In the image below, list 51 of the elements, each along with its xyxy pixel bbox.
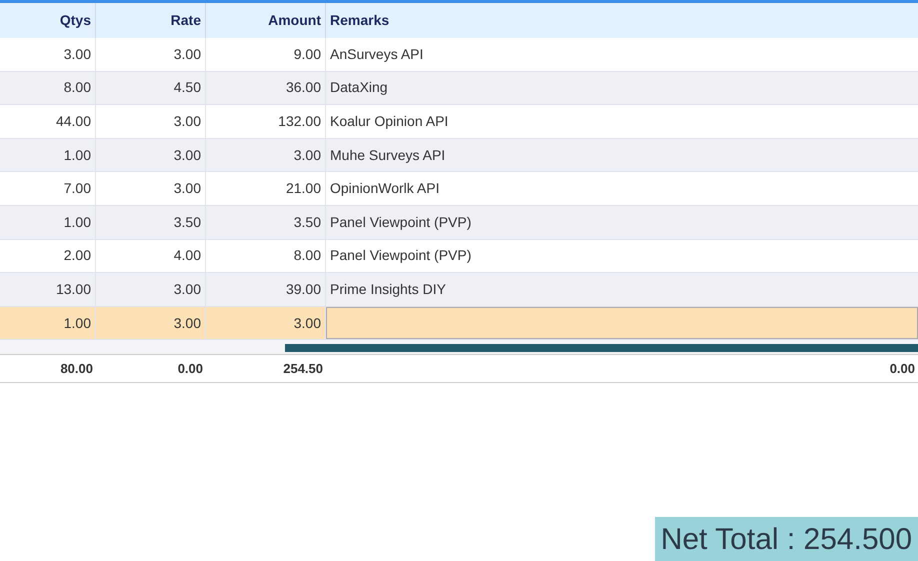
table-cell-text: OpinionWorlk API: [329, 179, 440, 198]
table-cell: 1.00: [0, 138, 96, 172]
table-row[interactable]: 8.00 4.50 36.00 DataXing: [0, 72, 918, 106]
table-cell: 3.00: [206, 138, 326, 172]
table-cell: 132.00: [206, 105, 326, 138]
table-row[interactable]: 13.00 3.00 39.00 Prime Insights DIY: [0, 273, 918, 307]
table-cell-text: Prime Insights DIY: [329, 280, 447, 299]
total-cell-text: 254.50: [282, 360, 324, 378]
table-cell: 3.00: [96, 172, 206, 205]
total-cell-text: 80.00: [59, 360, 94, 378]
table-cell: 4.50: [96, 72, 206, 104]
table-cell: 8.00: [206, 240, 326, 272]
table-row[interactable]: 2.00 4.00 8.00 Panel Viewpoint (PVP): [0, 240, 918, 274]
table-row[interactable]: 1.00 3.00 3.00 Muhe Surveys API: [0, 138, 918, 172]
table-cell: 8.00: [0, 72, 96, 104]
table-cell-text: Muhe Surveys API: [329, 146, 446, 165]
remarks-input-field[interactable]: [326, 306, 918, 340]
table-cell: 39.00: [206, 273, 326, 306]
table-cell: 1.00: [0, 206, 96, 239]
table-cell-text: DataXing: [329, 78, 389, 98]
table-cell: 1.00: [0, 306, 96, 340]
table-row[interactable]: 1.00 3.00 3.00: [0, 306, 918, 340]
table-cell: 3.50: [96, 206, 206, 239]
scrollbar-thumb[interactable]: [285, 344, 918, 352]
table-row[interactable]: 3.00 3.00 9.00 AnSurveys API: [0, 38, 918, 72]
table-cell: 4.00: [96, 240, 206, 272]
table-row[interactable]: 44.00 3.00 132.00 Koalur Opinion API: [0, 105, 918, 139]
table-cell: 3.00: [96, 306, 206, 340]
table-cell: 44.00: [0, 105, 96, 138]
table-row[interactable]: 7.00 3.00 21.00 OpinionWorlk API: [0, 172, 918, 206]
table-cell: 3.00: [96, 138, 206, 172]
table-cell-text: Panel Viewpoint (PVP): [329, 212, 472, 232]
total-cell-text: 0.00: [176, 360, 204, 378]
table-cell-text: AnSurveys API: [329, 44, 424, 64]
table-cell-text: Panel Viewpoint (PVP): [329, 246, 472, 266]
total-cell-text: 0.00: [888, 360, 916, 378]
table-cell: 3.00: [96, 273, 206, 306]
table-cell: 36.00: [206, 72, 326, 104]
table-row[interactable]: 1.00 3.50 3.50 Panel Viewpoint (PVP): [0, 206, 918, 240]
column-header[interactable]: Remarks: [326, 3, 918, 38]
table-cell: 9.00: [206, 38, 326, 71]
table-cell: 3.00: [96, 38, 206, 71]
table-cell: 3.00: [96, 105, 206, 138]
table-cell: 21.00: [206, 172, 326, 205]
table-cell: 13.00: [0, 273, 96, 306]
table-cell-text: Koalur Opinion API: [329, 112, 450, 131]
net-total: Net Total : 254.500: [654, 517, 918, 561]
table-cell: 2.00: [0, 240, 96, 272]
table-cell: 7.00: [0, 172, 96, 205]
table-cell: 3.00: [0, 38, 96, 71]
table-cell: 3.50: [206, 206, 326, 239]
